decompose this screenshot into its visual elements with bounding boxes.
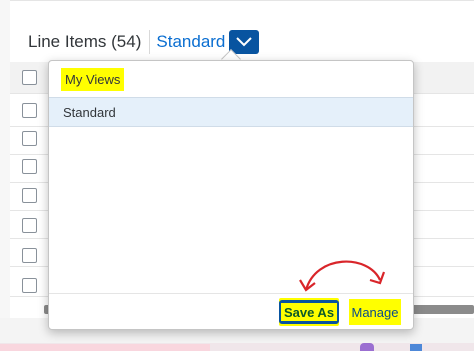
popover-footer: Save As Manage [49,293,413,329]
row-checkbox[interactable] [22,103,37,118]
view-dropdown-button[interactable] [229,30,260,54]
manage-button[interactable]: Manage [349,299,401,325]
row-checkbox[interactable] [22,218,37,233]
annotation-arrow-icon [299,260,386,292]
taskbar-icon [360,343,374,351]
select-all-checkbox[interactable] [22,70,37,85]
line-items-title: Line Items (54) [28,32,142,51]
app-stage: Line Items (54) Standard My Views Standa… [0,0,474,351]
row-checkbox[interactable] [22,278,37,293]
view-selector-label[interactable]: Standard [156,32,225,52]
row-checkbox[interactable] [22,188,37,203]
row-checkbox[interactable] [22,131,37,146]
chevron-down-icon [236,37,253,47]
taskbar-icon [410,344,422,351]
row-checkbox[interactable] [22,248,37,263]
row-checkbox[interactable] [22,159,37,174]
save-as-label[interactable]: Save As [281,303,337,321]
table-header: Line Items (54) Standard [28,30,260,54]
popover-header: My Views [49,61,413,97]
my-views-heading: My Views [61,67,125,91]
taskbar-item [0,344,210,351]
view-list-item-standard[interactable]: Standard [49,97,413,127]
view-selector[interactable]: Standard [149,30,260,54]
